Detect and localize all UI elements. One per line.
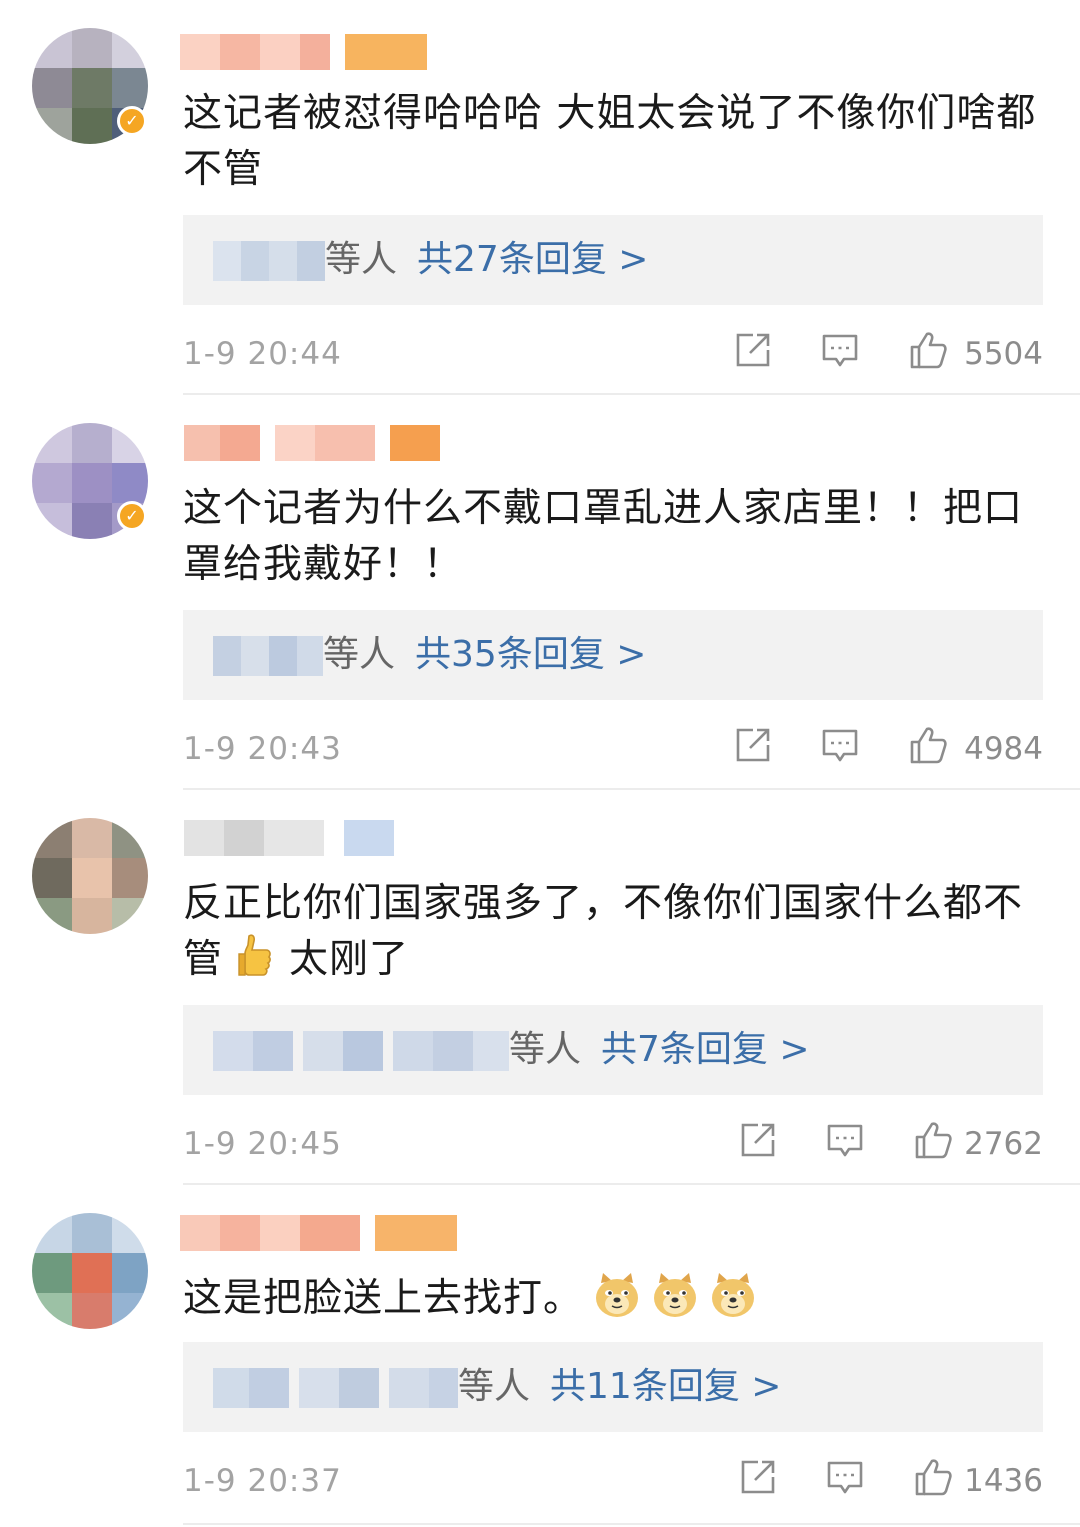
reply-summary[interactable]: 等人 共11条回复 > [183,1342,1043,1432]
divider [183,1523,1080,1525]
comment-meta: 1-9 20:43 4984 [183,725,1043,775]
reply-users-label: 等人 [458,1366,531,1407]
reply-users-label: 等人 [323,634,396,675]
username-blurred[interactable] [180,1215,460,1251]
comment-icon[interactable] [820,330,860,370]
reply-users-blurred [213,241,325,281]
username-blurred[interactable] [180,34,430,70]
comment-meta: 1-9 20:37 1436 [183,1457,1043,1507]
avatar[interactable] [32,1213,148,1329]
thumbs-up-emoji [237,932,275,978]
share-icon[interactable] [733,330,773,370]
comment-meta: 1-9 20:44 5504 [183,330,1043,380]
username-blurred[interactable] [180,820,395,856]
comment-meta: 1-9 20:45 2762 [183,1120,1043,1170]
reply-users-label: 等人 [325,239,398,280]
comment-item: ✓ 这个记者为什么不戴口罩乱进人家店里！！把口罩给我戴好！！ 等人 共35条回复 … [0,395,1080,790]
comment-icon[interactable] [820,725,860,765]
timestamp: 1-9 20:45 [183,1126,342,1162]
comment-text: 这是把脸送上去找打。 [183,1271,1043,1327]
reply-count-link[interactable]: 共7条回复 > [601,1029,810,1070]
timestamp: 1-9 20:43 [183,731,342,767]
timestamp: 1-9 20:37 [183,1463,342,1499]
comment-item: 反正比你们国家强多了，不像你们国家什么都不管 太刚了 等人 共7条回复 > 1-9 … [0,790,1080,1185]
reply-summary[interactable]: 等人 共27条回复 > [183,215,1043,305]
comment-feed: ✓ 这记者被怼得哈哈哈 大姐太会说了不像你们啥都不管 等人 共27条回复 > 1-… [0,0,1080,1527]
verified-badge-icon: ✓ [117,106,147,136]
like-count: 1436 [964,1463,1043,1499]
comment-text-part: 太刚了 [289,937,410,982]
share-icon[interactable] [738,1120,778,1160]
thumbs-up-icon[interactable] [908,725,948,765]
avatar[interactable] [32,818,148,934]
comment-item: ✓ 这记者被怼得哈哈哈 大姐太会说了不像你们啥都不管 等人 共27条回复 > 1-… [0,0,1080,395]
comment-text: 这个记者为什么不戴口罩乱进人家店里！！把口罩给我戴好！！ [183,486,1024,587]
timestamp: 1-9 20:44 [183,336,342,372]
comment-icon[interactable] [825,1120,865,1160]
comment-text: 反正比你们国家强多了，不像你们国家什么都不管 太刚了 [183,876,1043,988]
reply-users-blurred [213,1031,509,1071]
reply-count-link[interactable]: 共35条回复 > [415,634,646,675]
reply-summary[interactable]: 等人 共35条回复 > [183,610,1043,700]
doge-emoji [593,1271,641,1319]
doge-emoji [709,1271,757,1319]
username-blurred[interactable] [180,425,440,461]
comment-icon[interactable] [825,1457,865,1497]
share-icon[interactable] [733,725,773,765]
reply-users-blurred [213,1368,458,1408]
comment-text: 这记者被怼得哈哈哈 大姐太会说了不像你们啥都不管 [183,91,1037,192]
share-icon[interactable] [738,1457,778,1497]
like-count: 5504 [964,336,1043,372]
like-count: 2762 [964,1126,1043,1162]
reply-summary[interactable]: 等人 共7条回复 > [183,1005,1043,1095]
reply-count-link[interactable]: 共27条回复 > [417,239,648,280]
thumbs-up-icon[interactable] [913,1457,953,1497]
like-count: 4984 [964,731,1043,767]
comment-text-part: 这是把脸送上去找打。 [183,1276,584,1321]
reply-count-link[interactable]: 共11条回复 > [550,1366,781,1407]
thumbs-up-icon[interactable] [913,1120,953,1160]
reply-users-blurred [213,636,323,676]
doge-emoji [651,1271,699,1319]
verified-badge-icon: ✓ [117,501,147,531]
thumbs-up-icon[interactable] [908,330,948,370]
comment-item: 这是把脸送上去找打。 等人 共11条回复 > 1-9 20:37 1436 [0,1185,1080,1527]
reply-users-label: 等人 [509,1029,582,1070]
